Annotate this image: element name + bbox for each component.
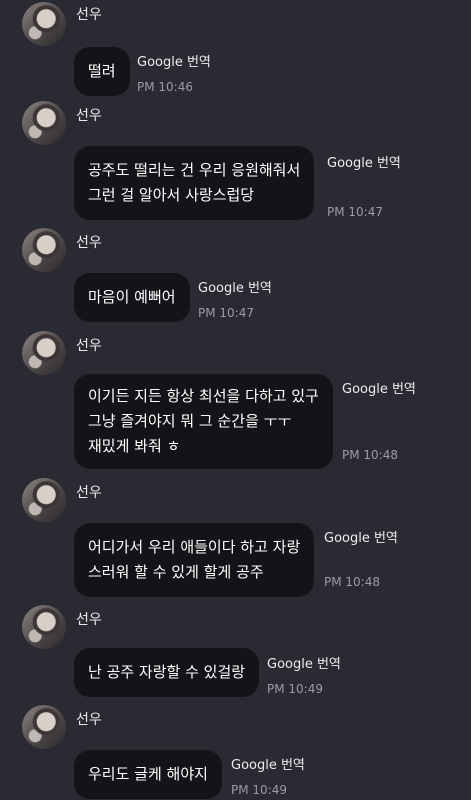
- avatar[interactable]: [22, 2, 66, 46]
- message-time: PM 10:47: [198, 306, 254, 320]
- message-line: 그냥 즐겨야지 뭐 그 순간을 ㅜㅜ: [88, 412, 292, 430]
- message-line: 우리도 글케 해야지: [88, 765, 208, 783]
- sender-name: 선우: [76, 7, 102, 23]
- message-meta: Google 번역 PM 10:49: [267, 653, 341, 696]
- avatar[interactable]: [22, 605, 66, 649]
- avatar[interactable]: [22, 331, 66, 375]
- google-translate-link[interactable]: Google 번역: [137, 51, 211, 70]
- message-meta: Google 번역 PM 10:49: [231, 754, 305, 797]
- avatar[interactable]: [22, 478, 66, 522]
- message-time: PM 10:48: [342, 448, 398, 462]
- sender-name: 선우: [76, 108, 102, 124]
- message-bubble[interactable]: 어디가서 우리 애들이다 하고 자랑 스러워 할 수 있게 할게 공주: [74, 523, 315, 597]
- message-line: 스러워 할 수 있게 할게 공주: [88, 563, 264, 581]
- message-line: 마음이 예뻐어: [88, 288, 176, 306]
- message-time: PM 10:49: [267, 682, 323, 696]
- message-line: 재밌게 봐줘 ㅎ: [88, 437, 181, 455]
- sender-name: 선우: [76, 712, 102, 728]
- message-line: 난 공주 자랑할 수 있걸랑: [88, 663, 246, 681]
- message-time: PM 10:49: [231, 783, 287, 797]
- message-bubble[interactable]: 공주도 떨리는 건 우리 응원해줘서 그런 걸 알아서 사랑스럽당: [74, 146, 315, 220]
- sender-name: 선우: [76, 485, 102, 501]
- message-meta: Google 번역 PM 10:46: [137, 51, 211, 94]
- message-bubble[interactable]: 이기든 지든 항상 최선을 다하고 있구 그냥 즐겨야지 뭐 그 순간을 ㅜㅜ …: [74, 374, 333, 469]
- message-bubble[interactable]: 떨려: [74, 47, 130, 96]
- sender-name: 선우: [76, 235, 102, 251]
- message-line: 그런 걸 알아서 사랑스럽당: [88, 186, 255, 204]
- message-meta: Google 번역 PM 10:48: [342, 378, 416, 462]
- message-time: PM 10:47: [327, 205, 383, 219]
- message-meta: Google 번역 PM 10:48: [324, 527, 398, 589]
- message-meta: Google 번역 PM 10:47: [327, 152, 401, 219]
- sender-name: 선우: [76, 338, 102, 354]
- sender-name: 선우: [76, 612, 102, 628]
- message-time: PM 10:46: [137, 80, 193, 94]
- google-translate-link[interactable]: Google 번역: [198, 277, 272, 296]
- message-bubble[interactable]: 난 공주 자랑할 수 있걸랑: [74, 648, 260, 697]
- avatar[interactable]: [22, 101, 66, 145]
- google-translate-link[interactable]: Google 번역: [231, 754, 305, 773]
- message-line: 이기든 지든 항상 최선을 다하고 있구: [88, 387, 319, 405]
- google-translate-link[interactable]: Google 번역: [324, 527, 398, 546]
- avatar[interactable]: [22, 705, 66, 749]
- message-line: 어디가서 우리 애들이다 하고 자랑: [88, 538, 301, 556]
- google-translate-link[interactable]: Google 번역: [267, 653, 341, 672]
- google-translate-link[interactable]: Google 번역: [342, 378, 416, 397]
- message-bubble[interactable]: 마음이 예뻐어: [74, 273, 190, 322]
- message-line: 떨려: [88, 62, 116, 80]
- google-translate-link[interactable]: Google 번역: [327, 152, 401, 171]
- message-bubble[interactable]: 우리도 글케 해야지: [74, 750, 222, 799]
- message-line: 공주도 떨리는 건 우리 응원해줘서: [88, 161, 301, 179]
- message-time: PM 10:48: [324, 575, 380, 589]
- avatar[interactable]: [22, 228, 66, 272]
- message-meta: Google 번역 PM 10:47: [198, 277, 272, 320]
